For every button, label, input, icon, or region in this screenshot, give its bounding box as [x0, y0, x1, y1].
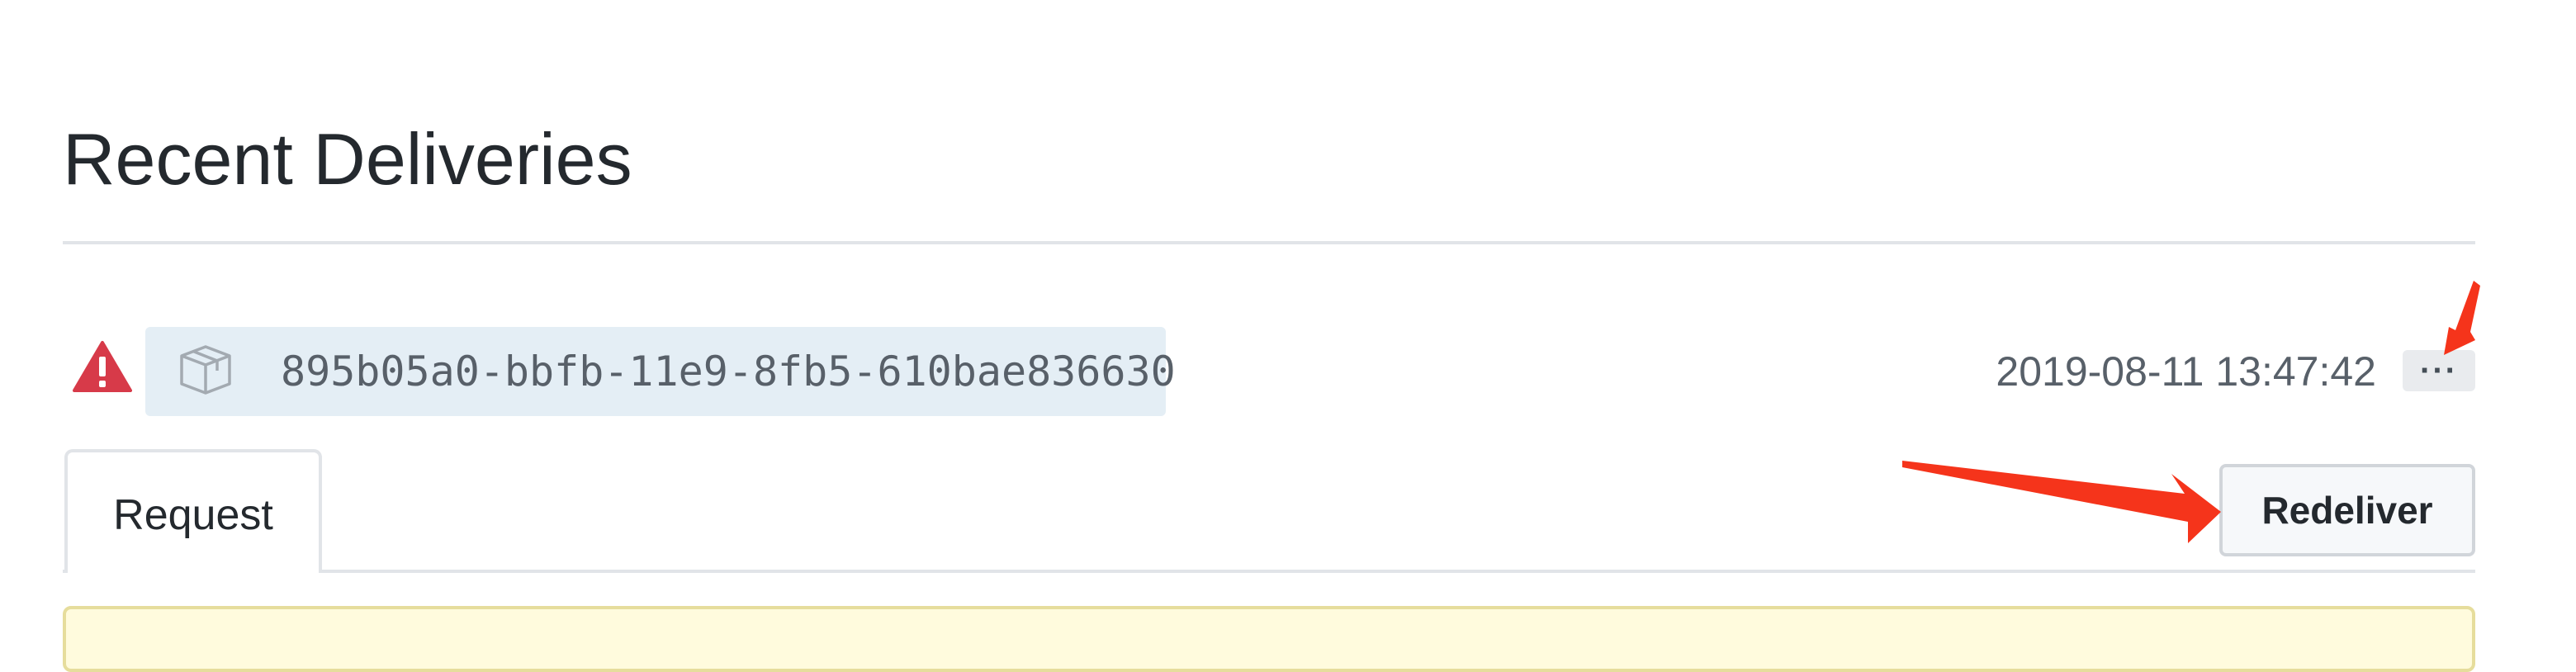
tab-divider [63, 570, 2475, 573]
more-options-button[interactable]: ··· [2403, 350, 2475, 391]
arrow-to-more-options-icon [2444, 281, 2480, 355]
page-title: Recent Deliveries [63, 118, 632, 200]
tab-request-label: Request [113, 491, 273, 539]
tab-request[interactable]: Request [64, 449, 322, 573]
response-panel [63, 606, 2475, 672]
title-divider [63, 241, 2475, 244]
alert-icon [73, 340, 132, 393]
delivery-guid[interactable]: 895b05a0-bbfb-11e9-8fb5-610bae836630 [145, 327, 1176, 416]
package-icon [178, 343, 233, 396]
redeliver-button[interactable]: Redeliver [2219, 464, 2475, 556]
arrow-to-redeliver-icon [1902, 461, 2221, 543]
delivery-guid-text: 895b05a0-bbfb-11e9-8fb5-610bae836630 [281, 348, 1176, 395]
delivery-timestamp: 2019-08-11 13:47:42 [1996, 348, 2376, 395]
annotation-overlay [1902, 281, 2480, 543]
